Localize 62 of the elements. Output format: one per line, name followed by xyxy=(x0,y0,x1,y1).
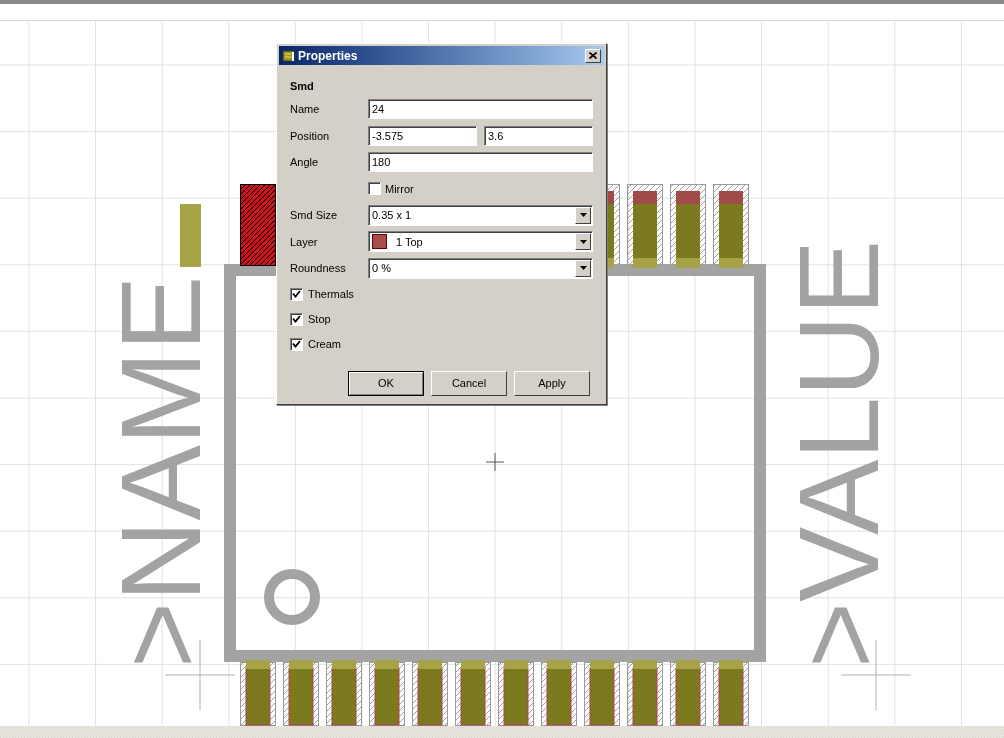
smd-pad[interactable] xyxy=(713,184,749,268)
smd-pad[interactable] xyxy=(283,660,319,726)
text-field[interactable]: 3.6 xyxy=(484,125,593,146)
checkbox-label: Mirror xyxy=(385,181,414,197)
dropdown-value: 0.35 x 1 xyxy=(372,208,413,223)
smd-pad[interactable] xyxy=(326,660,362,726)
dropdown-value: 0 % xyxy=(372,261,392,276)
checkbox-label: Thermals xyxy=(308,286,354,302)
smd-pad[interactable] xyxy=(627,660,663,726)
field-label: Angle xyxy=(290,155,320,170)
app-icon xyxy=(282,48,296,63)
smd-pad[interactable] xyxy=(369,660,405,726)
dialog-title: Properties xyxy=(298,47,359,65)
origin-marker xyxy=(180,204,201,267)
dropdown-arrow-button[interactable] xyxy=(575,233,591,251)
smd-pad[interactable] xyxy=(498,660,534,726)
value-label: >VALUE xyxy=(776,239,902,668)
smd-pad[interactable] xyxy=(584,660,620,726)
dropdown[interactable]: 0 % xyxy=(368,257,593,279)
field-label: Smd Size xyxy=(290,208,339,223)
smd-pad[interactable] xyxy=(670,660,706,726)
checkbox[interactable] xyxy=(290,312,303,326)
dropdown[interactable]: 1 Top xyxy=(368,231,593,253)
caret-icon xyxy=(579,239,587,244)
dialog-button[interactable]: Cancel xyxy=(431,370,507,396)
smd-pad[interactable] xyxy=(240,660,276,726)
check-icon xyxy=(292,315,301,323)
cross-marker xyxy=(485,452,505,472)
caret-icon xyxy=(579,213,587,218)
smd-pad[interactable] xyxy=(541,660,577,726)
smd-pad[interactable] xyxy=(670,184,706,268)
check-icon xyxy=(292,340,301,348)
pin-one-marker xyxy=(264,569,320,625)
checkbox[interactable] xyxy=(290,287,303,301)
field-label: Position xyxy=(290,128,331,144)
text-field[interactable]: -3.575 xyxy=(368,125,477,146)
smd-pad[interactable] xyxy=(627,184,663,268)
section-heading: Smd xyxy=(290,79,315,94)
smd-pad[interactable] xyxy=(713,660,749,726)
name-label: >NAME xyxy=(98,275,224,668)
text-field[interactable]: 180 xyxy=(368,152,593,173)
dropdown-arrow-button[interactable] xyxy=(575,259,591,277)
dialog-button[interactable]: Apply xyxy=(514,370,590,396)
close-button[interactable] xyxy=(585,48,601,63)
text-field[interactable]: 24 xyxy=(368,99,593,120)
field-label: Name xyxy=(290,102,321,117)
dropdown-arrow-button[interactable] xyxy=(575,206,591,224)
smd-pad[interactable] xyxy=(455,660,491,726)
field-label: Roundness xyxy=(290,261,347,276)
smd-pad[interactable] xyxy=(240,184,276,266)
checkbox-label: Stop xyxy=(308,311,331,327)
check-icon xyxy=(292,290,301,298)
caret-icon xyxy=(579,266,587,271)
dropdown[interactable]: 0.35 x 1 xyxy=(368,204,593,226)
checkbox[interactable] xyxy=(368,182,381,196)
field-label: Layer xyxy=(290,234,319,250)
checkbox[interactable] xyxy=(290,337,303,351)
dropdown-value: 1 Top xyxy=(396,234,424,250)
checkbox-label: Cream xyxy=(308,336,341,352)
smd-pad[interactable] xyxy=(412,660,448,726)
close-icon xyxy=(589,52,597,59)
dialog-button[interactable]: OK xyxy=(348,370,424,396)
